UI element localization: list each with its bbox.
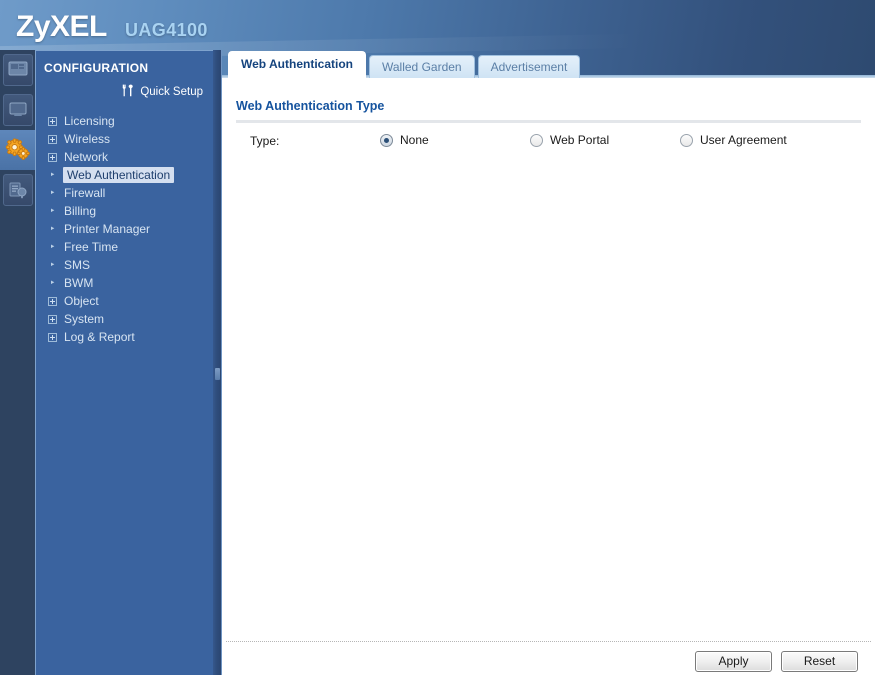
bullet-arrow-icon: ‣ bbox=[49, 205, 56, 217]
expand-box-icon bbox=[47, 152, 58, 163]
content-panel: Web Authentication Type Type: None Web P… bbox=[222, 78, 875, 675]
icon-rail bbox=[0, 50, 35, 675]
rail-item-maintenance[interactable] bbox=[0, 170, 35, 210]
brand-logo: ZyXEL bbox=[16, 10, 107, 43]
device-model-label: UAG4100 bbox=[125, 20, 208, 40]
expand-box-icon bbox=[47, 314, 58, 325]
web-auth-type-row: Type: None Web Portal User Agreement bbox=[222, 130, 875, 156]
sidebar-item-log-and-report[interactable]: Log & Report bbox=[36, 328, 213, 346]
sidebar-item-label: System bbox=[64, 312, 105, 326]
expand-box-icon bbox=[47, 296, 58, 307]
bullet-arrow-icon: ‣ bbox=[49, 277, 56, 289]
expand-box-icon bbox=[47, 332, 58, 343]
sidebar-item-label: SMS bbox=[64, 258, 91, 272]
maintenance-icon bbox=[2, 174, 33, 206]
sidebar-item-label: Web Authentication bbox=[63, 167, 175, 183]
app-window: ZyXEL UAG4100 CONFIGURATION Quick Setup … bbox=[0, 0, 875, 675]
sidebar-item-label: Licensing bbox=[64, 114, 115, 128]
sidebar-item-label: Wireless bbox=[64, 132, 111, 146]
sidebar-item-printer-manager[interactable]: ‣ Printer Manager bbox=[36, 220, 213, 238]
dashboard-icon bbox=[2, 54, 33, 86]
rail-item-dashboard[interactable] bbox=[0, 50, 35, 90]
tab-walled-garden[interactable]: Walled Garden bbox=[369, 55, 475, 78]
sidebar-item-label: Log & Report bbox=[64, 330, 135, 344]
bullet-arrow-icon: ‣ bbox=[49, 259, 56, 271]
footer-button-bar: Apply Reset bbox=[695, 651, 858, 672]
rail-item-configuration[interactable] bbox=[0, 130, 35, 170]
sidebar-item-label: Firewall bbox=[64, 186, 106, 200]
quick-setup-link[interactable]: Quick Setup bbox=[36, 84, 213, 100]
sidebar-item-network[interactable]: Network bbox=[36, 148, 213, 166]
expand-box-icon bbox=[47, 134, 58, 145]
apply-button[interactable]: Apply bbox=[695, 651, 772, 672]
tab-strip: Web Authentication Walled Garden Adverti… bbox=[222, 51, 875, 78]
sidebar-item-label: Network bbox=[64, 150, 109, 164]
expand-box-icon bbox=[47, 116, 58, 127]
configuration-gears-icon bbox=[3, 134, 33, 166]
sidebar-item-object[interactable]: Object bbox=[36, 292, 213, 310]
sidebar-title: CONFIGURATION bbox=[44, 61, 149, 75]
tab-web-authentication[interactable]: Web Authentication bbox=[228, 51, 366, 78]
type-label: Type: bbox=[250, 134, 280, 148]
radio-web-portal-input[interactable] bbox=[530, 133, 543, 147]
sidebar-item-label: BWM bbox=[64, 276, 94, 290]
bullet-arrow-icon: ‣ bbox=[49, 223, 56, 235]
radio-option-none[interactable]: None bbox=[380, 133, 429, 147]
quick-setup-label: Quick Setup bbox=[140, 86, 203, 98]
panel-divider bbox=[236, 120, 861, 123]
rail-item-monitor[interactable] bbox=[0, 90, 35, 130]
sidebar-item-firewall[interactable]: ‣ Firewall bbox=[36, 184, 213, 202]
sidebar-item-wireless[interactable]: Wireless bbox=[36, 130, 213, 148]
radio-none-label: None bbox=[400, 133, 429, 147]
bullet-arrow-icon: ‣ bbox=[49, 169, 56, 181]
bullet-arrow-icon: ‣ bbox=[49, 187, 56, 199]
sidebar-item-web-authentication[interactable]: ‣ Web Authentication bbox=[36, 166, 213, 184]
radio-user-agreement-input[interactable] bbox=[680, 133, 693, 147]
radio-option-user-agreement[interactable]: User Agreement bbox=[680, 133, 787, 147]
sidebar-item-label: Object bbox=[64, 294, 99, 308]
radio-user-agreement-label: User Agreement bbox=[700, 133, 787, 147]
sidebar-splitter[interactable] bbox=[213, 50, 222, 675]
sidebar-item-bwm[interactable]: ‣ BWM bbox=[36, 274, 213, 292]
tab-advertisement[interactable]: Advertisement bbox=[477, 55, 581, 78]
bullet-arrow-icon: ‣ bbox=[49, 241, 56, 253]
tools-icon bbox=[121, 84, 135, 100]
radio-option-web-portal[interactable]: Web Portal bbox=[530, 133, 609, 147]
sidebar: CONFIGURATION Quick Setup Licensing Wire… bbox=[35, 50, 213, 675]
sidebar-item-free-time[interactable]: ‣ Free Time bbox=[36, 238, 213, 256]
monitor-icon bbox=[2, 94, 33, 126]
footer-divider bbox=[226, 641, 871, 642]
sidebar-item-sms[interactable]: ‣ SMS bbox=[36, 256, 213, 274]
sidebar-item-label: Billing bbox=[64, 204, 97, 218]
sidebar-nav: Licensing Wireless Network ‣ Web Authent… bbox=[36, 112, 213, 346]
reset-button[interactable]: Reset bbox=[781, 651, 858, 672]
radio-web-portal-label: Web Portal bbox=[550, 133, 610, 147]
sidebar-item-system[interactable]: System bbox=[36, 310, 213, 328]
sidebar-item-licensing[interactable]: Licensing bbox=[36, 112, 213, 130]
sidebar-item-label: Free Time bbox=[64, 240, 119, 254]
panel-title: Web Authentication Type bbox=[236, 99, 385, 113]
radio-none-input[interactable] bbox=[380, 133, 393, 147]
sidebar-item-label: Printer Manager bbox=[64, 222, 151, 236]
sidebar-item-billing[interactable]: ‣ Billing bbox=[36, 202, 213, 220]
splitter-collapse-handle[interactable] bbox=[215, 368, 220, 380]
